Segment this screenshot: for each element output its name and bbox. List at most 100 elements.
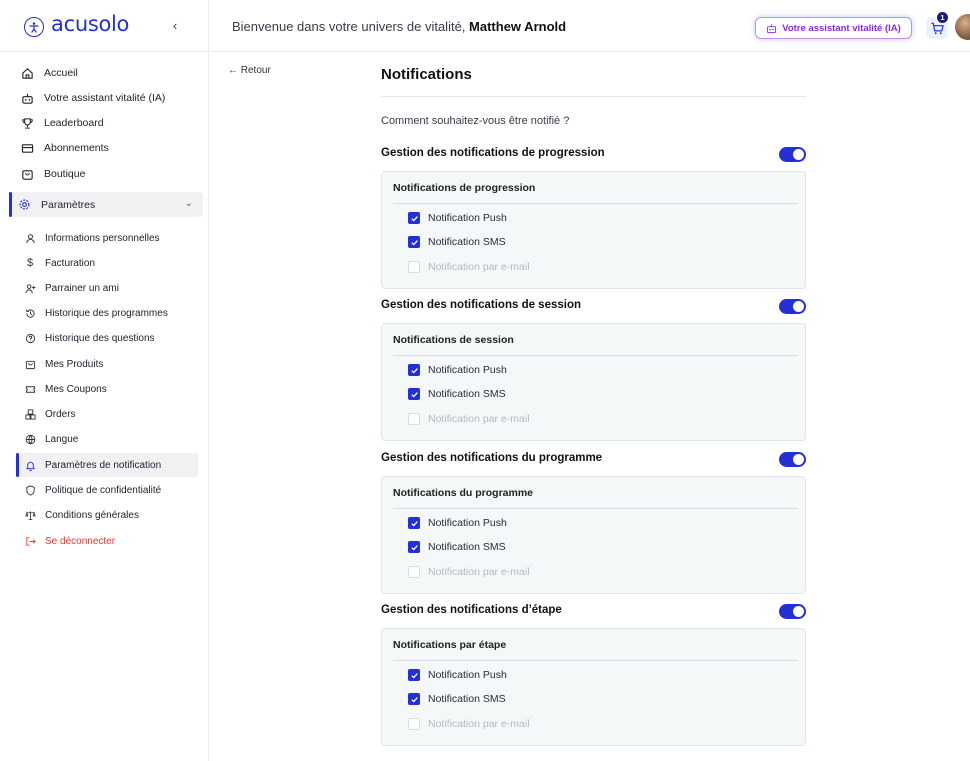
sidebar-item-label: Mes Coupons <box>45 383 107 395</box>
option-email: Notification par e-mail <box>408 411 530 427</box>
check-icon <box>410 672 418 679</box>
option-label: Notification Push <box>428 364 507 376</box>
option-label: Notification SMS <box>428 388 506 400</box>
checkbox-checked[interactable] <box>408 517 420 529</box>
check-icon <box>410 215 418 222</box>
sidebar-item-parametres[interactable]: Paramètres ⌄ <box>9 192 203 217</box>
shopping-bag-icon <box>24 358 36 370</box>
title-divider <box>381 96 806 97</box>
sidebar-item-langue[interactable]: Langue <box>16 427 198 451</box>
gear-icon <box>17 198 31 212</box>
option-sms[interactable]: Notification SMS <box>408 691 506 707</box>
card-title: Notifications de progression <box>393 182 536 194</box>
page-title: Notifications <box>381 66 472 83</box>
checkbox-checked[interactable] <box>408 388 420 400</box>
checkbox-checked[interactable] <box>408 364 420 376</box>
sidebar-item-label: Votre assistant vitalité (IA) <box>44 92 166 104</box>
sidebar-item-boutique[interactable]: Boutique <box>12 162 202 186</box>
chevron-down-icon: ⌄ <box>184 198 193 209</box>
option-email: Notification par e-mail <box>408 716 530 732</box>
option-sms[interactable]: Notification SMS <box>408 539 506 555</box>
collapse-sidebar-button[interactable]: ‹ <box>168 16 182 36</box>
assistant-button[interactable]: Votre assistant vitalité (IA) <box>755 17 912 39</box>
sidebar-item-mes-produits[interactable]: Mes Produits <box>16 352 198 376</box>
robot-icon <box>767 23 777 33</box>
card-icon <box>20 141 34 155</box>
section-progression-header: Gestion des notifications de progression <box>381 146 806 164</box>
back-link[interactable]: ← Retour <box>228 65 271 76</box>
check-icon <box>410 544 418 551</box>
trophy-icon <box>20 116 34 130</box>
sidebar-item-historique-programmes[interactable]: Historique des programmes <box>16 301 198 325</box>
check-icon <box>410 696 418 703</box>
sidebar-item-label: Boutique <box>44 168 86 180</box>
option-label: Notification SMS <box>428 236 506 248</box>
checkbox-checked[interactable] <box>408 669 420 681</box>
logo-row: acusolo ‹ <box>0 0 209 52</box>
session-card: Notifications de session Notification Pu… <box>381 323 806 441</box>
sidebar-item-label: Paramètres de notification <box>45 459 162 471</box>
sidebar-item-accueil[interactable]: Accueil <box>12 61 202 85</box>
sidebar-item-label: Langue <box>45 433 79 445</box>
logo-text: acusolo <box>51 12 130 36</box>
logout-icon <box>24 535 36 547</box>
checkbox-disabled <box>408 261 420 273</box>
option-label: Notification Push <box>428 517 507 529</box>
session-toggle[interactable] <box>779 299 806 314</box>
option-email: Notification par e-mail <box>408 259 530 275</box>
sidebar-item-logout[interactable]: Se déconnecter <box>16 529 198 553</box>
sidebar-item-conditions-generales[interactable]: Conditions générales <box>16 503 198 527</box>
sidebar-item-orders[interactable]: Orders <box>16 402 198 426</box>
check-icon <box>410 367 418 374</box>
sidebar-item-assistant[interactable]: Votre assistant vitalité (IA) <box>12 86 202 110</box>
section-programme-header: Gestion des notifications du programme <box>381 451 806 469</box>
section-title: Gestion des notifications d’étape <box>381 604 562 616</box>
history-icon <box>24 307 36 319</box>
sidebar: acusolo ‹ Accueil Votre assistant vitali… <box>0 0 209 761</box>
sidebar-item-facturation[interactable]: $ Facturation <box>16 251 198 275</box>
etape-card: Notifications par étape Notification Pus… <box>381 628 806 746</box>
section-etape-header: Gestion des notifications d’étape <box>381 603 806 621</box>
sidebar-item-mes-coupons[interactable]: Mes Coupons <box>16 377 198 401</box>
checkbox-checked[interactable] <box>408 541 420 553</box>
sidebar-item-abonnements[interactable]: Abonnements <box>12 136 202 160</box>
card-title: Notifications par étape <box>393 639 507 651</box>
checkbox-checked[interactable] <box>408 693 420 705</box>
option-sms[interactable]: Notification SMS <box>408 234 506 250</box>
sidebar-item-leaderboard[interactable]: Leaderboard <box>12 111 202 135</box>
programme-toggle[interactable] <box>779 452 806 467</box>
sidebar-item-informations-personnelles[interactable]: Informations personnelles <box>16 226 198 250</box>
sidebar-item-politique-confidentialite[interactable]: Politique de confidentialité <box>16 478 198 502</box>
sidebar-item-label: Historique des programmes <box>45 307 168 319</box>
option-push[interactable]: Notification Push <box>408 210 507 226</box>
option-label: Notification Push <box>428 669 507 681</box>
option-label: Notification Push <box>428 212 507 224</box>
assistant-button-label: Votre assistant vitalité (IA) <box>782 22 901 34</box>
sidebar-item-parrainer[interactable]: Parrainer un ami <box>16 276 198 300</box>
etape-toggle[interactable] <box>779 604 806 619</box>
globe-icon <box>24 433 36 445</box>
avatar[interactable] <box>955 14 970 40</box>
progression-toggle[interactable] <box>779 147 806 162</box>
check-icon <box>410 520 418 527</box>
sidebar-item-historique-questions[interactable]: Historique des questions <box>16 326 198 350</box>
card-divider <box>393 203 797 204</box>
option-sms[interactable]: Notification SMS <box>408 386 506 402</box>
sidebar-item-parametres-notification[interactable]: Paramètres de notification <box>16 453 198 477</box>
checkbox-checked[interactable] <box>408 236 420 248</box>
notification-question: Comment souhaitez-vous être notifié ? <box>381 115 570 127</box>
home-icon <box>20 66 34 80</box>
option-push[interactable]: Notification Push <box>408 362 507 378</box>
progression-card: Notifications de progression Notificatio… <box>381 171 806 289</box>
card-title: Notifications de session <box>393 334 514 346</box>
welcome-text: Bienvenue dans votre univers de vitalité… <box>232 19 466 34</box>
option-label: Notification SMS <box>428 541 506 553</box>
sidebar-item-label: Parrainer un ami <box>45 282 119 294</box>
option-push[interactable]: Notification Push <box>408 515 507 531</box>
card-divider <box>393 660 797 661</box>
checkbox-checked[interactable] <box>408 212 420 224</box>
option-push[interactable]: Notification Push <box>408 667 507 683</box>
sidebar-item-label: Politique de confidentialité <box>45 484 162 496</box>
section-title: Gestion des notifications du programme <box>381 452 603 464</box>
sidebar-item-label: Historique des questions <box>45 332 155 344</box>
